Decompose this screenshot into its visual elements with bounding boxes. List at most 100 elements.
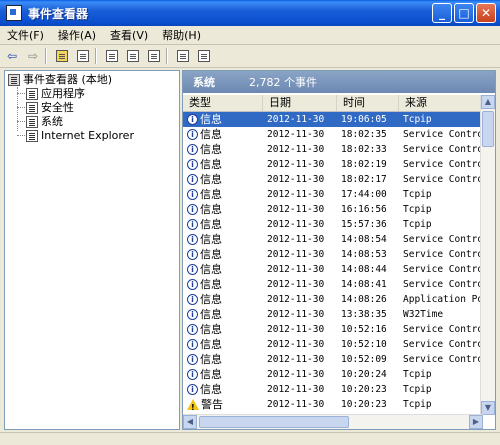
log-icon (26, 88, 38, 100)
event-row[interactable]: i 信息 2012-11-30 10:20:23 Tcpip (183, 382, 483, 397)
event-time-cell: 18:02:19 (341, 159, 387, 170)
scroll-down-arrow-icon[interactable]: ▼ (481, 401, 495, 415)
event-row[interactable]: i 信息 2012-11-30 14:08:54 Service Control (183, 232, 483, 247)
event-row[interactable]: i 信息 2012-11-30 10:52:16 Service Control (183, 322, 483, 337)
event-row[interactable]: i 信息 2012-11-30 18:02:35 Service Control (183, 127, 483, 142)
refresh-icon[interactable] (124, 47, 142, 65)
status-bar (0, 432, 500, 445)
event-row[interactable]: i 信息 2012-11-30 10:52:10 Service Control (183, 337, 483, 352)
event-source-cell: Tcpip (403, 369, 432, 380)
toolbar-separator (166, 48, 168, 64)
event-date-cell: 2012-11-30 (267, 369, 325, 380)
event-row[interactable]: i 信息 2012-11-30 19:06:05 Tcpip (183, 112, 483, 127)
column-header-date[interactable]: 日期 (263, 95, 337, 111)
menu-help[interactable]: 帮助(H) (155, 27, 208, 43)
event-type-cell: i 信息 (187, 232, 263, 247)
event-time-cell: 14:08:26 (341, 294, 387, 305)
tree-root-event-viewer[interactable]: 事件查看器 (本地) (8, 73, 112, 87)
event-time-cell: 13:38:35 (341, 309, 387, 320)
event-date-cell: 2012-11-30 (267, 219, 325, 230)
info-icon: i (187, 159, 198, 170)
event-type-label: 信息 (200, 338, 222, 351)
column-header-source[interactable]: 来源 (399, 95, 483, 111)
info-icon: i (187, 294, 198, 305)
event-date-cell: 2012-11-30 (267, 384, 325, 395)
title-bar[interactable]: 事件查看器 _ □ ✕ (0, 0, 500, 26)
event-row[interactable]: i 信息 2012-11-30 16:16:56 Tcpip (183, 202, 483, 217)
toolbar-separator (45, 48, 47, 64)
event-date-cell: 2012-11-30 (267, 354, 325, 365)
event-viewer-app-icon[interactable] (6, 5, 22, 21)
event-row[interactable]: i 信息 2012-11-30 18:02:33 Service Control (183, 142, 483, 157)
event-row[interactable]: i 信息 2012-11-30 14:08:26 Application Pop (183, 292, 483, 307)
event-row[interactable]: i 信息 2012-11-30 17:44:00 Tcpip (183, 187, 483, 202)
event-row[interactable]: i 信息 2012-11-30 18:02:19 Service Control (183, 157, 483, 172)
info-icon: i (187, 114, 198, 125)
event-row[interactable]: i 信息 2012-11-30 10:52:09 Service Control (183, 352, 483, 367)
forward-arrow-icon[interactable]: ⇨ (24, 47, 42, 65)
info-icon: i (187, 264, 198, 275)
up-folder-icon[interactable] (53, 47, 71, 65)
scroll-right-arrow-icon[interactable]: ▶ (469, 415, 483, 429)
tree-item-system[interactable]: 系统 (26, 115, 63, 129)
event-date-cell: 2012-11-30 (267, 309, 325, 320)
console-icon[interactable] (195, 47, 213, 65)
event-row[interactable]: i 信息 2012-11-30 15:57:36 Tcpip (183, 217, 483, 232)
properties-icon[interactable] (103, 47, 121, 65)
menu-action[interactable]: 操作(A) (51, 27, 103, 43)
event-date-cell: 2012-11-30 (267, 174, 325, 185)
vertical-scrollbar[interactable]: ▲ ▼ (480, 95, 495, 415)
export-list-icon[interactable] (145, 47, 163, 65)
maximize-button[interactable]: □ (454, 3, 474, 23)
event-row[interactable]: i 信息 2012-11-30 14:08:41 Service Control (183, 277, 483, 292)
event-source-cell: Service Control (403, 264, 483, 275)
event-row[interactable]: 警告 2012-11-30 10:20:23 Tcpip (183, 397, 483, 412)
event-row[interactable]: i 信息 2012-11-30 18:02:17 Service Control (183, 172, 483, 187)
menu-view[interactable]: 查看(V) (103, 27, 155, 43)
close-button[interactable]: ✕ (476, 3, 496, 23)
show-hide-tree-icon[interactable] (74, 47, 92, 65)
tree-item-internet-explorer[interactable]: Internet Explorer (26, 129, 134, 143)
event-date-cell: 2012-11-30 (267, 189, 325, 200)
tree-item-label: 系统 (41, 115, 63, 129)
toolbar-separator (95, 48, 97, 64)
event-type-label: 信息 (200, 248, 222, 261)
column-header-type[interactable]: 类型 (183, 95, 263, 111)
event-row[interactable]: i 信息 2012-11-30 14:08:44 Service Control (183, 262, 483, 277)
menu-file[interactable]: 文件(F) (0, 27, 51, 43)
info-icon: i (187, 189, 198, 200)
window-controls: _ □ ✕ (432, 3, 496, 23)
info-icon: i (187, 384, 198, 395)
event-row[interactable]: i 信息 2012-11-30 13:38:35 W32Time (183, 307, 483, 322)
event-source-cell: Service Control (403, 249, 483, 260)
tree-item-application[interactable]: 应用程序 (26, 87, 85, 101)
back-arrow-icon[interactable]: ⇦ (3, 47, 21, 65)
event-type-cell: i 信息 (187, 157, 263, 172)
horizontal-scroll-thumb[interactable] (199, 416, 349, 428)
event-row[interactable]: i 信息 2012-11-30 14:08:53 Service Control (183, 247, 483, 262)
minimize-button[interactable]: _ (432, 3, 452, 23)
event-type-cell: i 信息 (187, 187, 263, 202)
event-row[interactable]: i 信息 2012-11-30 10:20:24 Tcpip (183, 367, 483, 382)
info-icon: i (187, 309, 198, 320)
event-time-cell: 14:08:41 (341, 279, 387, 290)
horizontal-scrollbar[interactable]: ◀ ▶ (183, 414, 483, 429)
help-icon[interactable] (174, 47, 192, 65)
event-type-cell: i 信息 (187, 202, 263, 217)
column-header-row: 类型 日期 时间 来源 (183, 95, 483, 112)
event-time-cell: 10:52:16 (341, 324, 387, 335)
scroll-up-arrow-icon[interactable]: ▲ (481, 95, 495, 109)
log-icon (26, 116, 38, 128)
scroll-left-arrow-icon[interactable]: ◀ (183, 415, 197, 429)
event-source-cell: Service Control (403, 354, 483, 365)
event-date-cell: 2012-11-30 (267, 129, 325, 140)
tree-item-security[interactable]: 安全性 (26, 101, 74, 115)
vertical-scroll-thumb[interactable] (482, 111, 494, 147)
event-source-cell: Tcpip (403, 219, 432, 230)
event-time-cell: 10:20:23 (341, 399, 387, 410)
tree-connector (17, 121, 25, 122)
log-title: 系统 (193, 76, 215, 89)
event-type-label: 信息 (200, 293, 222, 306)
column-header-time[interactable]: 时间 (337, 95, 399, 111)
event-date-cell: 2012-11-30 (267, 399, 325, 410)
